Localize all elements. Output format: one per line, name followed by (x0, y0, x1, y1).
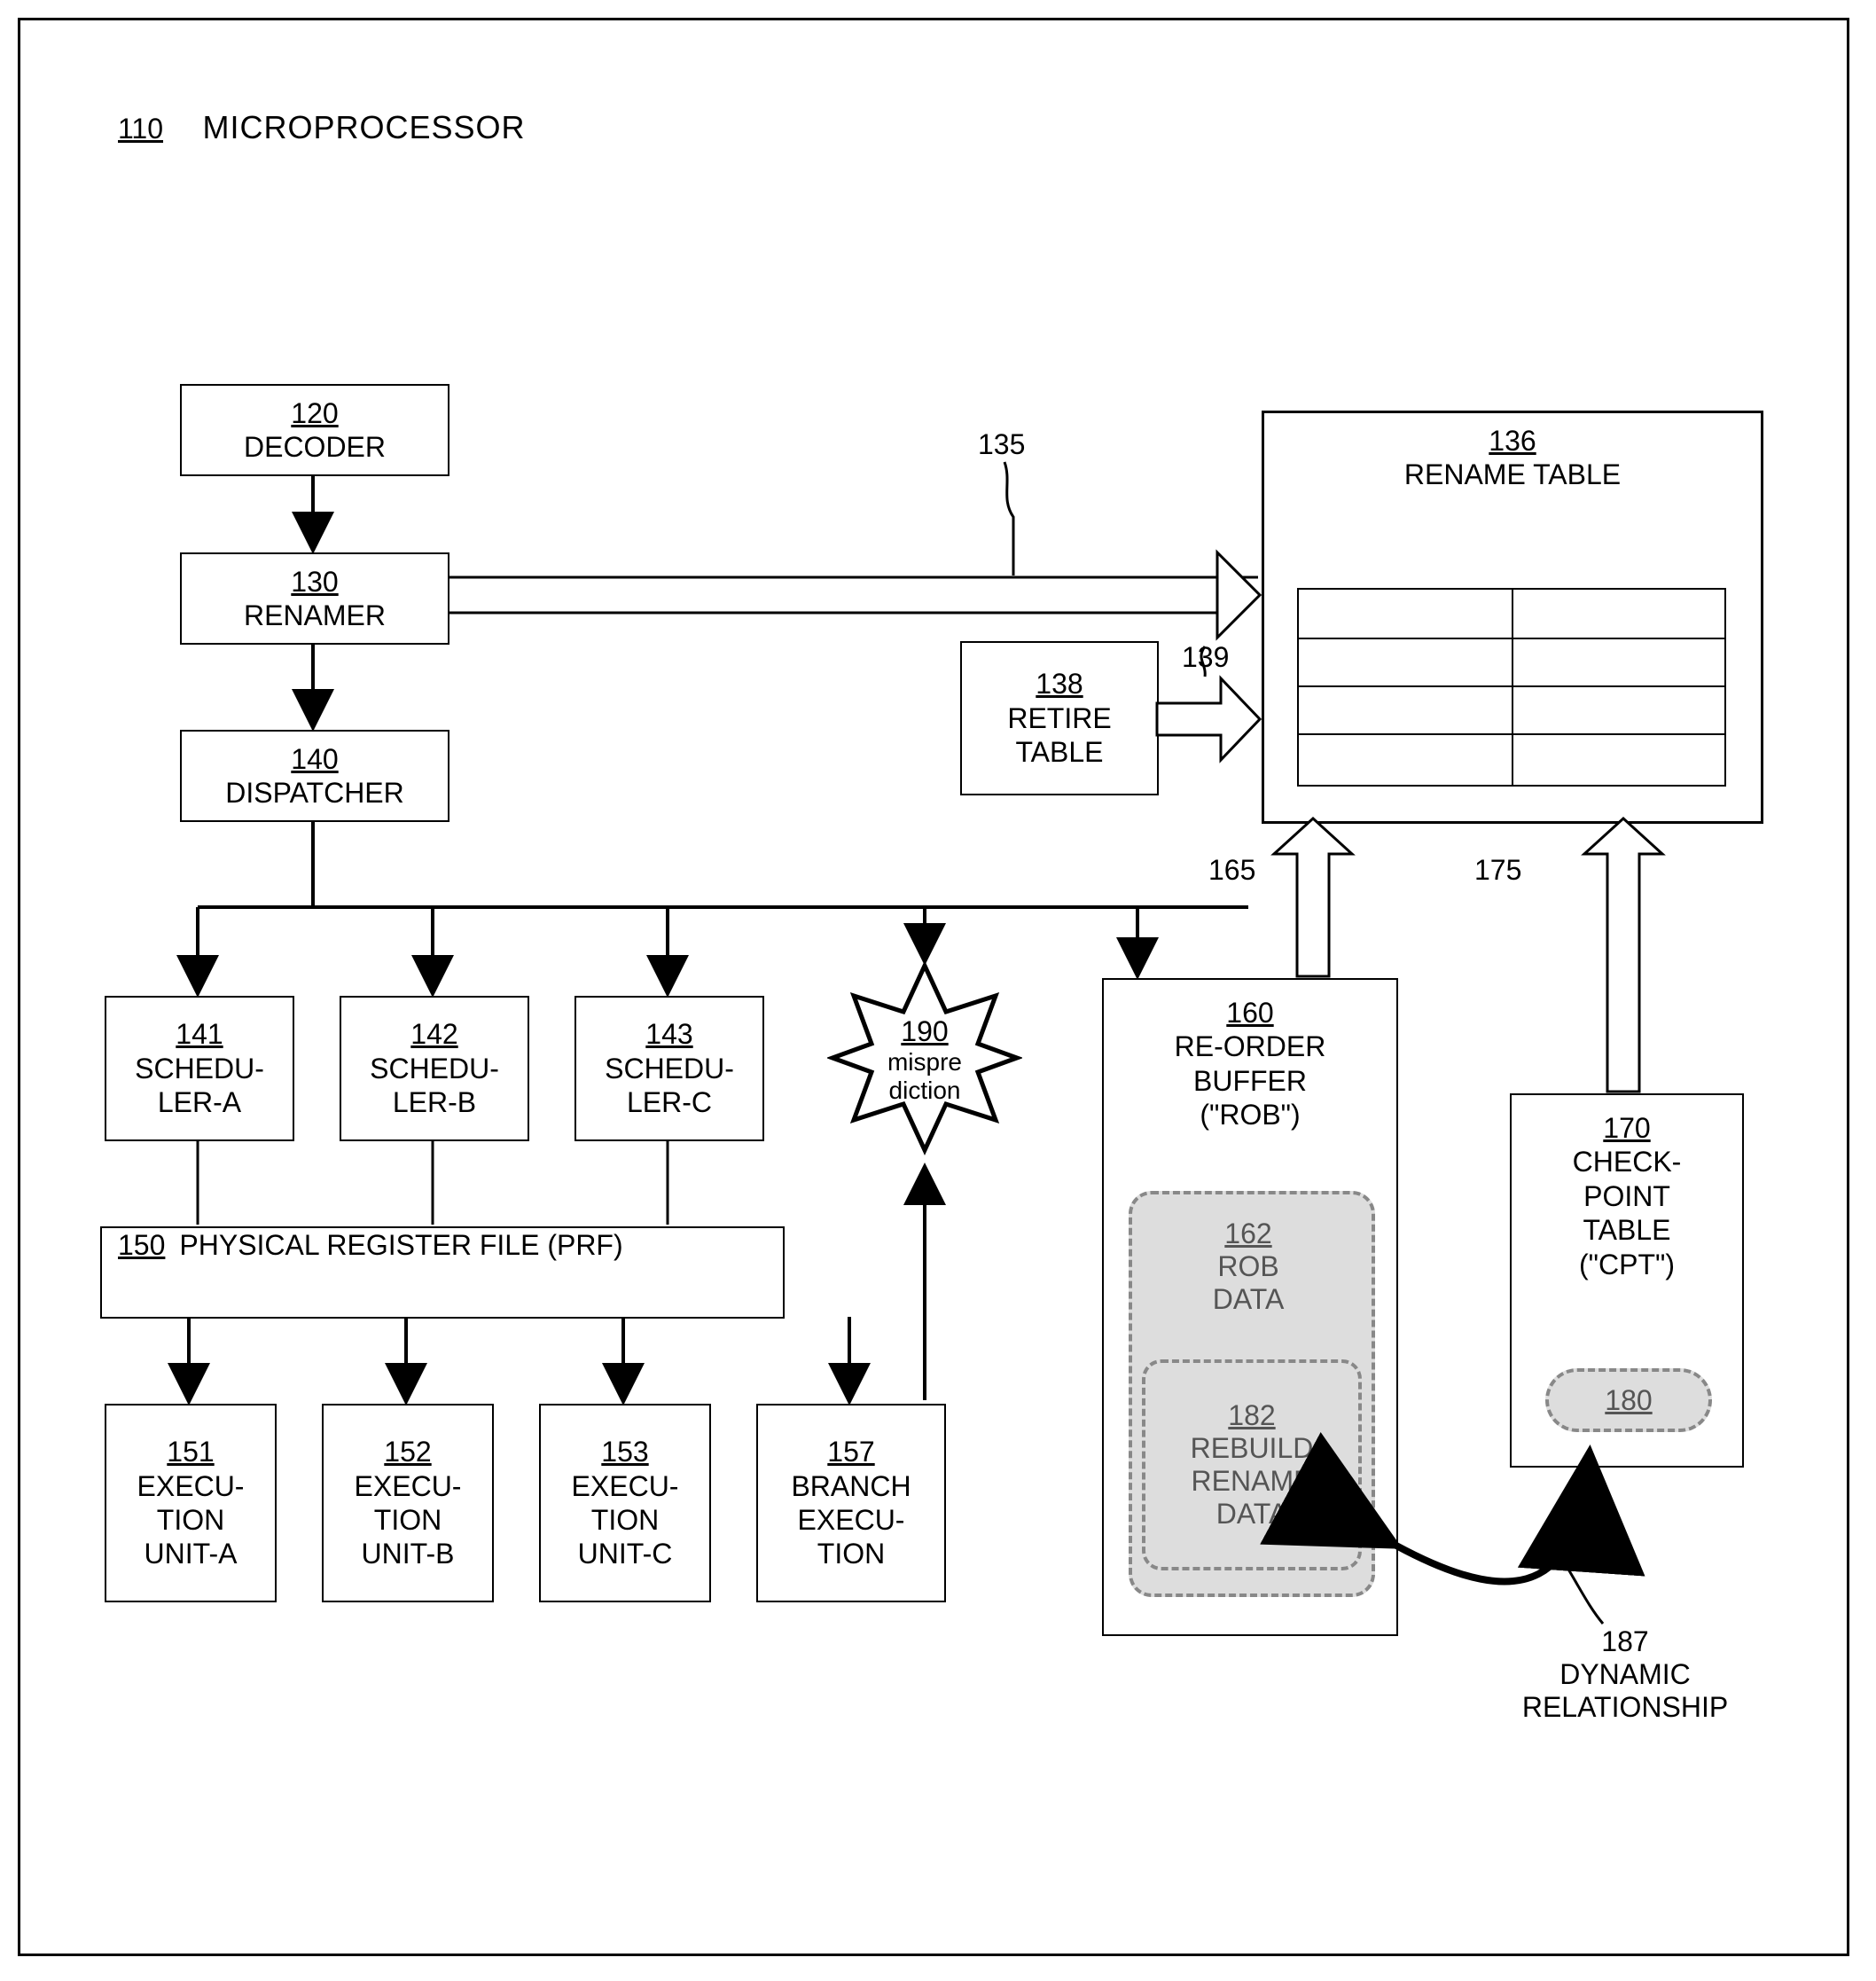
scheduler-b-box: 142 SCHEDU- LER-B (340, 996, 529, 1141)
rob-ref: 160 (1104, 996, 1396, 1030)
rob-data-label: ROB DATA (1146, 1250, 1350, 1316)
rename-table-ref: 136 (1264, 424, 1761, 458)
misprediction-star: 190 mispre diction (827, 960, 1022, 1155)
rebuild-ref: 182 (1145, 1399, 1358, 1432)
exec-a-label: EXECU- TION UNIT-A (106, 1469, 275, 1571)
rob-data-ref: 162 (1146, 1218, 1350, 1250)
sched-c-label: SCHEDU- LER-C (576, 1052, 762, 1120)
rob-data-box: 162 ROB DATA (1146, 1218, 1350, 1316)
exec-b-label: EXECU- TION UNIT-B (324, 1469, 492, 1571)
rename-table-label: RENAME TABLE (1264, 458, 1761, 491)
cpt-ref: 170 (1512, 1111, 1742, 1145)
dynamic-ref: 187 (1474, 1625, 1776, 1658)
dispatcher-box: 140 DISPATCHER (180, 730, 449, 822)
dispatcher-label: DISPATCHER (182, 776, 448, 810)
figure-header: 110 MICROPROCESSOR (118, 109, 526, 146)
arrow-139-label: 139 (1182, 641, 1229, 674)
branch-label: BRANCH EXECU- TION (758, 1469, 944, 1571)
retire-ref: 138 (962, 667, 1157, 701)
rebuild-label: REBUILD RENAME DATA (1145, 1432, 1358, 1531)
sched-b-label: SCHEDU- LER-B (341, 1052, 528, 1120)
dynamic-label: DYNAMIC RELATIONSHIP (1474, 1658, 1776, 1724)
sched-c-ref: 143 (576, 1017, 762, 1051)
exec-a-box: 151 EXECU- TION UNIT-A (105, 1404, 277, 1602)
scheduler-c-box: 143 SCHEDU- LER-C (575, 996, 764, 1141)
rebuild-box: 182 REBUILD RENAME DATA (1142, 1359, 1362, 1570)
decoder-ref: 120 (182, 396, 448, 430)
arrow-135-label: 135 (978, 428, 1025, 461)
scheduler-a-box: 141 SCHEDU- LER-A (105, 996, 294, 1141)
prf-box: 150 PHYSICAL REGISTER FILE (PRF) (100, 1226, 785, 1319)
mispre-ref: 190 (827, 1015, 1022, 1048)
cpt-label: CHECK- POINT TABLE ("CPT") (1512, 1145, 1742, 1281)
prf-label: PHYSICAL REGISTER FILE (PRF) (179, 1228, 622, 1317)
rename-table-grid (1297, 588, 1726, 787)
branch-ref: 157 (758, 1435, 944, 1468)
arrow-175-label: 175 (1474, 854, 1521, 887)
decoder-label: DECODER (182, 430, 448, 464)
renamer-ref: 130 (182, 565, 448, 599)
fig-title: MICROPROCESSOR (202, 109, 525, 145)
microprocessor-figure: 110 MICROPROCESSOR 120 DECODER 130 RENAM… (18, 18, 1849, 1956)
cpt-oval: 180 (1545, 1368, 1712, 1432)
renamer-box: 130 RENAMER (180, 552, 449, 645)
exec-b-ref: 152 (324, 1435, 492, 1468)
exec-b-box: 152 EXECU- TION UNIT-B (322, 1404, 494, 1602)
exec-c-label: EXECU- TION UNIT-C (541, 1469, 709, 1571)
exec-c-box: 153 EXECU- TION UNIT-C (539, 1404, 711, 1602)
fig-ref: 110 (118, 113, 163, 145)
decoder-box: 120 DECODER (180, 384, 449, 476)
dynamic-label-group: 187 DYNAMIC RELATIONSHIP (1474, 1625, 1776, 1724)
rob-label: RE-ORDER BUFFER ("ROB") (1104, 1030, 1396, 1131)
sched-a-ref: 141 (106, 1017, 293, 1051)
mispre-label: mispre diction (827, 1048, 1022, 1105)
arrow-165-label: 165 (1208, 854, 1255, 887)
branch-box: 157 BRANCH EXECU- TION (756, 1404, 946, 1602)
prf-ref: 150 (118, 1228, 165, 1317)
retire-table-box: 138 RETIRE TABLE (960, 641, 1159, 795)
sched-b-ref: 142 (341, 1017, 528, 1051)
dispatcher-ref: 140 (182, 742, 448, 776)
renamer-label: RENAMER (182, 599, 448, 632)
exec-a-ref: 151 (106, 1435, 275, 1468)
sched-a-label: SCHEDU- LER-A (106, 1052, 293, 1120)
cpt-oval-ref: 180 (1605, 1384, 1652, 1417)
exec-c-ref: 153 (541, 1435, 709, 1468)
retire-label: RETIRE TABLE (962, 701, 1157, 770)
